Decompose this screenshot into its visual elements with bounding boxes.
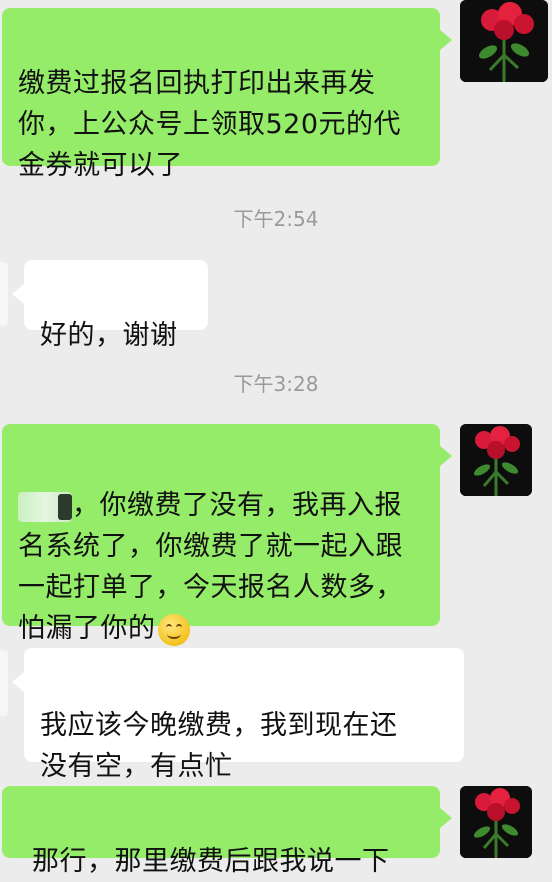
message-bubble-sent[interactable]: ，你缴费了没有，我再入报 名系统了，你缴费了就一起入跟 一起打单了，今天报名人数…: [2, 424, 440, 646]
message-text: 那行，那里缴费后跟我说一下: [32, 846, 390, 877]
message-text: 缴费过报名回执打印出来再发 你，上公众号上领取520元的代 金券就可以了: [18, 68, 402, 181]
message-bubble-received[interactable]: 好的，谢谢: [24, 260, 208, 351]
bubble-tail: [12, 672, 24, 692]
message-bubble-received[interactable]: 我应该今晚缴费，我到现在还 没有空，有点忙: [24, 648, 464, 782]
contact-avatar-partial[interactable]: [0, 650, 8, 716]
message-text: ，你缴费了没有，我再入报 名系统了，你缴费了就一起入跟 一起打单了，今天报名人数…: [18, 490, 403, 644]
redacted-name: [18, 491, 72, 522]
rose-bouquet-icon: [460, 424, 532, 496]
rose-bouquet-icon: [460, 0, 548, 82]
rose-bouquet-icon: [460, 786, 532, 858]
message-bubble-sent[interactable]: 那行，那里缴费后跟我说一下: [2, 786, 440, 877]
bubble-tail: [440, 446, 452, 466]
contact-avatar-partial[interactable]: [0, 262, 8, 326]
contact-avatar[interactable]: [460, 786, 532, 858]
message-text: 好的，谢谢: [40, 320, 178, 351]
timestamp: 下午3:28: [233, 372, 319, 396]
message-text: 我应该今晚缴费，我到现在还 没有空，有点忙: [40, 710, 398, 782]
bubble-tail: [12, 284, 24, 304]
timestamp: 下午2:54: [233, 207, 319, 231]
contact-avatar[interactable]: [460, 0, 548, 82]
contact-avatar[interactable]: [460, 424, 532, 496]
bubble-tail: [440, 30, 452, 50]
message-bubble-sent[interactable]: 缴费过报名回执打印出来再发 你，上公众号上领取520元的代 金券就可以了: [2, 8, 440, 181]
smiling-face-emoji-icon: [157, 613, 190, 646]
bubble-tail: [440, 808, 452, 828]
